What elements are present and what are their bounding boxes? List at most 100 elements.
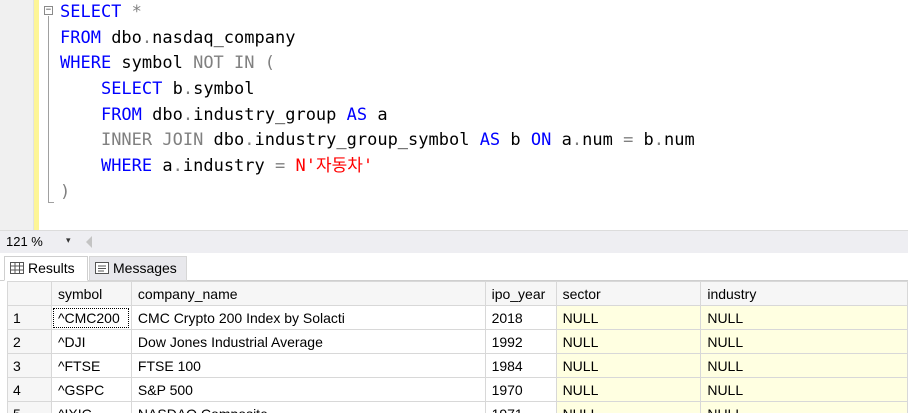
code-line[interactable]: WHERE a.industry = N'자동차' (60, 154, 695, 180)
sql-token: industry (182, 156, 275, 177)
tab-results[interactable]: Results (4, 256, 88, 281)
sql-keyword: SELECT (100, 79, 163, 100)
grid-cell-symbol[interactable]: ^FTSE (50, 353, 132, 378)
sql-operator: . (172, 156, 183, 177)
grid-cell-sector[interactable]: NULL (555, 329, 702, 354)
table-row[interactable]: 5^IXICNASDAQ Composite1971NULLNULL (7, 401, 908, 413)
grid-cell-company_name[interactable]: FTSE 100 (130, 353, 486, 378)
sql-token: dbo (203, 130, 245, 151)
sql-token: symbol (111, 53, 194, 74)
sql-token: a (367, 104, 388, 125)
results-table: symbol company_name ipo_year sector indu… (7, 281, 908, 413)
column-header[interactable]: company_name (130, 281, 486, 306)
grid-cell-ipo_year[interactable]: 1984 (484, 353, 557, 378)
grid-cell-company_name[interactable]: CMC Crypto 200 Index by Solacti (130, 305, 486, 330)
sql-operator: ) (60, 181, 71, 202)
grid-cell-symbol[interactable]: ^CMC200 (50, 305, 132, 330)
column-header[interactable]: sector (555, 281, 702, 306)
grid-cell-ipo_year[interactable]: 1970 (484, 377, 557, 402)
column-header[interactable]: industry (700, 281, 908, 306)
sql-keyword: AS (479, 130, 501, 151)
row-number[interactable]: 4 (7, 377, 52, 402)
sql-token: industry_group (193, 104, 347, 125)
grid-cell-symbol[interactable]: ^GSPC (50, 377, 132, 402)
code-line[interactable]: FROM dbo.nasdaq_company (60, 26, 695, 52)
grid-cell-sector[interactable]: NULL (555, 401, 702, 413)
grid-cell-ipo_year[interactable]: 2018 (484, 305, 557, 330)
sql-operator: . (182, 79, 194, 100)
code-line[interactable]: FROM dbo.industry_group AS a (60, 103, 695, 129)
results-grid[interactable]: symbol company_name ipo_year sector indu… (7, 281, 908, 413)
table-row[interactable]: 3 ^FTSE FTSE 100 1984 NULL NULL (7, 353, 908, 378)
grid-icon (10, 262, 24, 274)
code-line[interactable]: SELECT * (60, 0, 695, 26)
change-tracking-bar (34, 0, 39, 230)
code-line[interactable]: WHERE symbol NOT IN ( (60, 51, 695, 77)
row-number[interactable]: 5 (7, 401, 52, 413)
sql-token: nasdaq_company (152, 27, 296, 48)
column-header[interactable]: ipo_year (484, 281, 557, 306)
scroll-left-icon[interactable] (86, 236, 92, 248)
sql-token: b (500, 130, 531, 151)
code-line[interactable]: ) (60, 180, 695, 206)
grid-cell-industry[interactable]: NULL (700, 353, 908, 378)
corner-cell[interactable] (7, 281, 52, 306)
grid-cell-sector[interactable]: NULL (555, 353, 702, 378)
query-editor[interactable]: − SELECT * FROM dbo.nasdaq_company WHERE s… (0, 0, 908, 230)
row-number[interactable]: 3 (7, 353, 52, 378)
sql-code[interactable]: SELECT * FROM dbo.nasdaq_company WHERE sym… (60, 0, 695, 206)
grid-cell-ipo_year[interactable]: 1971 (484, 401, 557, 413)
grid-cell-sector[interactable]: NULL (555, 377, 702, 402)
grid-cell-company_name[interactable]: S&P 500 (130, 377, 486, 402)
messages-icon (95, 262, 109, 274)
table-row[interactable]: 1 ^CMC200 CMC Crypto 200 Index by Solacti 2… (7, 305, 908, 330)
chevron-down-icon[interactable]: ▾ (66, 235, 71, 246)
tab-results-label: Results (28, 260, 75, 276)
grid-cell-company_name[interactable]: NASDAQ Composite (130, 401, 486, 413)
grid-cell-symbol[interactable]: ^IXIC (50, 401, 132, 413)
tab-messages-label: Messages (113, 260, 177, 276)
sql-token: a (551, 130, 572, 151)
sql-keyword: WHERE (100, 156, 153, 177)
collapse-outline-icon[interactable]: − (44, 6, 53, 15)
sql-token: b (162, 79, 183, 100)
row-number[interactable]: 2 (7, 329, 52, 354)
grid-cell-industry[interactable]: NULL (700, 377, 908, 402)
grid-cell-symbol[interactable]: ^DJI (50, 329, 132, 354)
sql-keyword: FROM (60, 27, 101, 48)
grid-cell-industry[interactable]: NULL (700, 329, 908, 354)
sql-token: b (633, 130, 654, 151)
grid-cell-ipo_year[interactable]: 1992 (484, 329, 557, 354)
sql-token: dbo (141, 104, 183, 125)
column-header[interactable]: symbol (50, 281, 132, 306)
header-row: symbol company_name ipo_year sector indu… (7, 281, 908, 306)
sql-keyword: ON (530, 130, 552, 151)
sql-operator: ( (264, 53, 275, 74)
sql-keyword: FROM (100, 104, 142, 125)
table-row[interactable]: 4 ^GSPC S&P 500 1970 NULL NULL (7, 377, 908, 402)
outline-line-end (48, 202, 54, 203)
sql-operator: = (623, 130, 634, 151)
grid-cell-industry[interactable]: NULL (700, 305, 908, 330)
table-row[interactable]: 2 ^DJI Dow Jones Industrial Average 1992 NUL… (7, 329, 908, 354)
sql-token: symbol (193, 79, 255, 100)
sql-operator: * (121, 2, 142, 22)
tab-messages[interactable]: Messages (89, 256, 187, 281)
row-number[interactable]: 1 (7, 305, 52, 330)
sql-operator: . (653, 130, 665, 151)
code-line[interactable]: INNER JOIN dbo.industry_group_symbol AS … (60, 128, 695, 154)
sql-operator: . (571, 130, 583, 151)
editor-status-strip: 121 % ▾ (0, 230, 908, 253)
code-line[interactable]: SELECT b.symbol (60, 77, 695, 103)
grid-cell-industry[interactable]: NULL (700, 401, 908, 413)
sql-keyword: AS (346, 104, 368, 125)
sql-token: dbo (100, 27, 142, 48)
sql-operator: . (244, 130, 255, 151)
grid-cell-sector[interactable]: NULL (555, 305, 702, 330)
grid-cell-company_name[interactable]: Dow Jones Industrial Average (130, 329, 486, 354)
sql-token: num (664, 130, 695, 151)
